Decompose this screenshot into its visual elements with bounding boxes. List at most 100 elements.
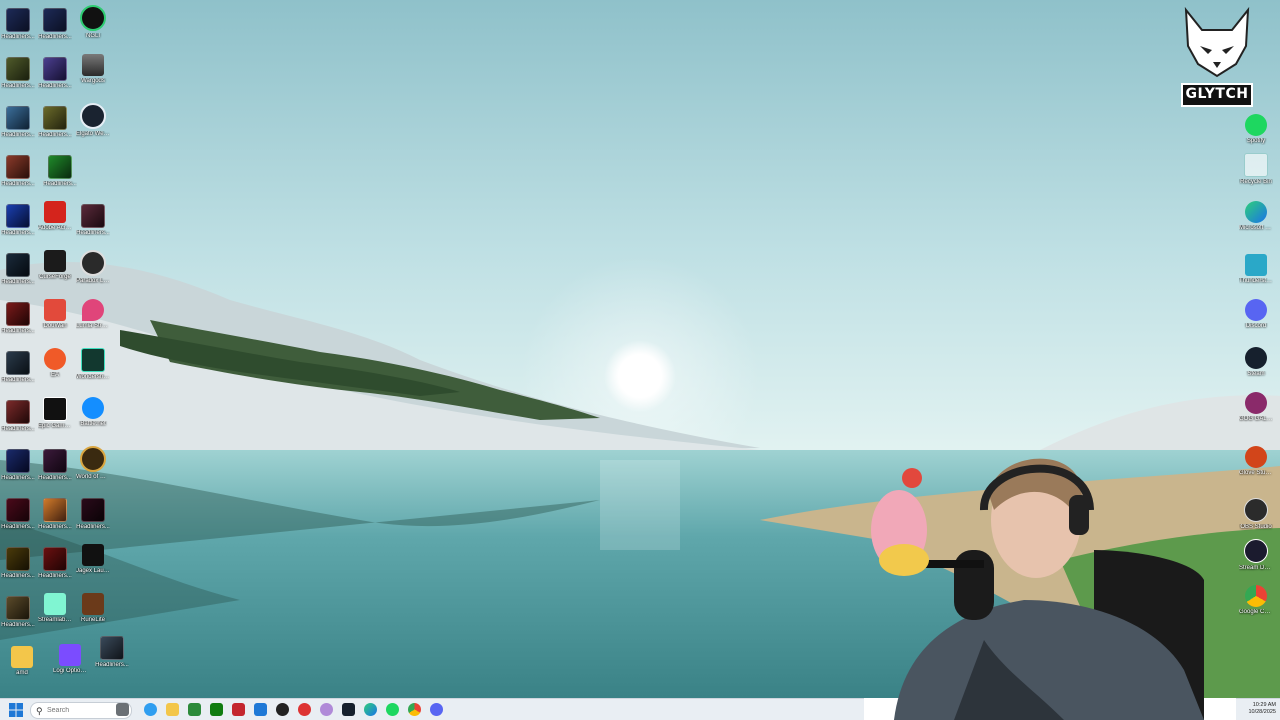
taskbar-app-icon[interactable] xyxy=(188,703,201,716)
desktop-icon-headliners-23[interactable]: Headliners... xyxy=(95,636,129,669)
desktop-icon-headliners-18[interactable]: Headliners... xyxy=(38,498,72,531)
logo-text: GLYTCH xyxy=(1185,86,1249,102)
desktop-icon-headliners-4[interactable]: Headliners... xyxy=(38,57,72,90)
spotify-icon xyxy=(1245,114,1267,136)
desktop-icon-label: Headliners... xyxy=(38,132,72,138)
desktop-icon-ea[interactable]: EA xyxy=(38,348,72,379)
taskbar-app-icon[interactable] xyxy=(232,703,245,716)
desktop-icon-headliners-12[interactable]: Headliners... xyxy=(1,302,35,335)
desktop-icon-label: Streamlabs Desktop xyxy=(38,617,72,623)
clock-time: 10:29 AM xyxy=(1252,702,1276,708)
battlenet-icon xyxy=(82,397,104,419)
desktop-icon-elgato-webcam[interactable]: Elgato Webcam xyxy=(76,103,110,138)
desktop-icon-wow[interactable]: World of Warcraft xyxy=(76,446,110,481)
desktop-icon-amd-folder[interactable]: amd xyxy=(5,646,39,677)
desktop-icon-gog[interactable]: GOG GALAXY Overlay xyxy=(1239,392,1273,423)
desktop-icon-headliners-5[interactable]: Headliners... xyxy=(1,106,35,139)
desktop-icon-label: Headliners... xyxy=(1,524,35,530)
desktop-icon-headliners-10[interactable]: Headliners... xyxy=(76,204,110,237)
taskbar-system-tray: 10:29 AM 10/28/2025 xyxy=(1236,698,1280,720)
desktop-icon-stream-deck[interactable]: Stream Deck xyxy=(1239,539,1273,572)
streamer-logo: GLYTCH xyxy=(1180,6,1254,110)
video-thumbnail-icon xyxy=(100,636,124,660)
search-input[interactable] xyxy=(47,704,127,716)
streamlabs-icon xyxy=(44,593,66,615)
desktop-icon-label: Microsoft Edge xyxy=(1239,225,1273,231)
desktop-icon-adobe-acrobat[interactable]: Adobe Acrobat xyxy=(38,201,72,232)
desktop-icon-ngli[interactable]: NGLI xyxy=(76,5,110,40)
taskbar-calculator-icon[interactable] xyxy=(254,703,267,716)
desktop-icon-label: GOG GALAXY Overlay xyxy=(1239,416,1273,422)
taskbar-photos-icon[interactable] xyxy=(144,703,157,716)
video-thumbnail-icon xyxy=(43,8,67,32)
desktop-icon-wargods[interactable]: Wargods xyxy=(76,54,110,85)
desktop-icon-filmora[interactable]: Wondershare Filmora 14 xyxy=(76,348,110,381)
desktop-icon-spotify[interactable]: Spotify xyxy=(1239,114,1273,145)
desktop-icon-label: Adobe Acrobat xyxy=(38,225,72,231)
desktop-icon-thunderstore[interactable]: Thunderstore Mod Mana... xyxy=(1239,254,1273,285)
desktop-icon-glove-studio[interactable]: Glove Studio Supplement xyxy=(1239,446,1273,477)
taskbar-xbox-icon[interactable] xyxy=(210,703,223,716)
desktop-icon-lumia-stream[interactable]: Lumia Stream xyxy=(76,299,110,330)
taskbar-spotify-icon[interactable] xyxy=(386,703,399,716)
video-thumbnail-icon xyxy=(6,351,30,375)
desktop-icon-headliners-20[interactable]: Headliners... xyxy=(1,547,35,580)
taskbar-app-icon[interactable] xyxy=(320,703,333,716)
video-thumbnail-icon xyxy=(6,253,30,277)
desktop-icon-discord[interactable]: Discord xyxy=(1239,299,1273,330)
obs-icon xyxy=(1244,498,1268,522)
desktop-icon-headliners-17[interactable]: Headliners... xyxy=(1,498,35,531)
desktop-icon-edge[interactable]: Microsoft Edge xyxy=(1239,201,1273,232)
desktop-icon-recycle-bin[interactable]: Recycle Bin xyxy=(1239,153,1273,186)
desktop-icon-headliners-16[interactable]: Headliners... xyxy=(38,449,72,482)
desktop-icon-paradox[interactable]: Paradox Launcher v2 xyxy=(76,250,110,285)
desktop-icon-headliners-2[interactable]: Headliners... xyxy=(38,8,72,41)
desktop-icon-headliners-6[interactable]: Headliners... xyxy=(38,106,72,139)
desktop-icon-headliners-22[interactable]: Headliners... xyxy=(1,596,35,629)
taskbar-chrome-icon[interactable] xyxy=(408,703,421,716)
taskbar-app-icon[interactable] xyxy=(116,703,129,716)
taskbar-discord-icon[interactable] xyxy=(430,703,443,716)
desktop-icon-label: Headliners... xyxy=(1,83,35,89)
desktop-icon-label: OBS Studio xyxy=(1240,524,1272,530)
desktop-icon-streamlabs[interactable]: Streamlabs Desktop xyxy=(38,593,72,624)
desktop-icon-logi-options[interactable]: Logi Options+ xyxy=(53,644,87,675)
taskbar-clock[interactable]: 10:29 AM 10/28/2025 xyxy=(1248,702,1276,716)
desktop-icon-label: DouWan xyxy=(43,323,67,329)
desktop-icon-headliners-9[interactable]: Headliners... xyxy=(1,204,35,237)
desktop-icon-label: Headliners... xyxy=(1,622,35,628)
ea-icon xyxy=(44,348,66,370)
desktop-icon-headliners-8[interactable]: Headliners... xyxy=(43,155,77,188)
desktop-icon-battlenet[interactable]: Battle.net xyxy=(76,397,110,428)
desktop-icon-headliners-21[interactable]: Headliners... xyxy=(38,547,72,580)
desktop-icon-headliners-15[interactable]: Headliners... xyxy=(1,449,35,482)
taskbar-media-icon[interactable] xyxy=(276,703,289,716)
epic-games-icon xyxy=(43,397,67,421)
desktop-icon-headliners-13[interactable]: Headliners... xyxy=(1,351,35,384)
stream-deck-icon xyxy=(1244,539,1268,563)
desktop-icon-epic-games[interactable]: Epic Games Launcher xyxy=(38,397,72,430)
desktop-icon-chrome[interactable]: Google Chrome xyxy=(1239,585,1273,616)
desktop-icon-headliners-14[interactable]: Headliners... xyxy=(1,400,35,433)
desktop-icon-label: NGLI xyxy=(85,33,100,39)
desktop-icon-curseforge[interactable]: CurseForge xyxy=(38,250,72,281)
desktop-icon-headliners-1[interactable]: Headliners... xyxy=(1,8,35,41)
edge-icon xyxy=(1245,201,1267,223)
desktop-icon-runelite[interactable]: RuneLite xyxy=(76,593,110,624)
desktop-icon-label: Headliners... xyxy=(38,524,72,530)
taskbar-edge-icon[interactable] xyxy=(364,703,377,716)
desktop-icon-steam[interactable]: Steam xyxy=(1239,347,1273,378)
desktop-icon-jagex[interactable]: Jagex Launcher xyxy=(76,544,110,575)
desktop-icon-headliners-7[interactable]: Headliners... xyxy=(1,155,35,188)
taskbar-file-explorer-icon[interactable] xyxy=(166,703,179,716)
gog-icon xyxy=(1245,392,1267,414)
desktop-icon-headliners-3[interactable]: Headliners... xyxy=(1,57,35,90)
desktop-icon-douwan[interactable]: DouWan xyxy=(38,299,72,330)
desktop-icon-headliners-11[interactable]: Headliners... xyxy=(1,253,35,286)
desktop-icon-headliners-19[interactable]: Headliners... xyxy=(76,498,110,531)
taskbar-steam-icon[interactable] xyxy=(342,703,355,716)
desktop-icon-label: Google Chrome xyxy=(1239,609,1273,615)
start-button[interactable] xyxy=(9,703,23,717)
desktop-icon-obs[interactable]: OBS Studio xyxy=(1239,498,1273,531)
taskbar-app-icon[interactable] xyxy=(298,703,311,716)
